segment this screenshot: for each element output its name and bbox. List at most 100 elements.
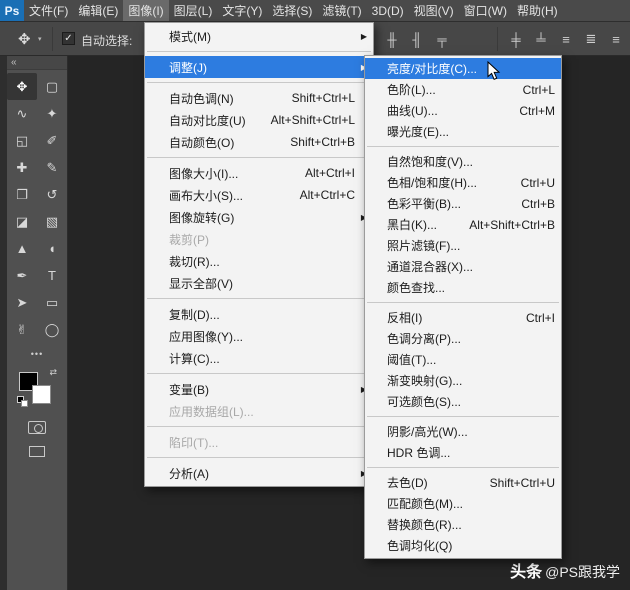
align-top-edges-icon[interactable]: ╤ <box>431 28 453 50</box>
menu-item-replace-color[interactable]: 替换颜色(R)... <box>365 514 561 535</box>
menu-item-desaturate[interactable]: 去色(D)Shift+Ctrl+U <box>365 472 561 493</box>
menu-item-selective-color[interactable]: 可选颜色(S)... <box>365 391 561 412</box>
gradient-tool[interactable]: ▧ <box>37 208 67 235</box>
menu-item-hue-saturation[interactable]: 色相/饱和度(H)...Ctrl+U <box>365 172 561 193</box>
menu-item-variables[interactable]: 变量(B)▶ <box>145 378 373 400</box>
type-tool[interactable]: T <box>37 262 67 289</box>
lasso-tool[interactable]: ∿ <box>7 100 37 127</box>
menu-item-vibrance[interactable]: 自然饱和度(V)... <box>365 151 561 172</box>
menu-item-calculations[interactable]: 计算(C)... <box>145 347 373 369</box>
collapse-panel-icon[interactable]: « <box>11 57 17 68</box>
menubar-item-window[interactable]: 窗口(W) <box>459 0 512 21</box>
menu-item-match-color[interactable]: 匹配颜色(M)... <box>365 493 561 514</box>
quick-mask-icon[interactable] <box>28 421 46 434</box>
menubar-item-file[interactable]: 文件(F) <box>24 0 73 21</box>
menu-item-canvas-size[interactable]: 画布大小(S)...Alt+Ctrl+C <box>145 184 373 206</box>
menu-item-image-size[interactable]: 图像大小(I)...Alt+Ctrl+I <box>145 162 373 184</box>
menu-item-posterize[interactable]: 色调分离(P)... <box>365 328 561 349</box>
menu-item-label: 模式(M) <box>169 28 211 45</box>
align-vertical-centers-icon[interactable]: ╪ <box>505 28 527 50</box>
menu-item-trim[interactable]: 裁切(R)... <box>145 250 373 272</box>
menu-item-label: 色阶(L)... <box>387 81 436 98</box>
menu-item-auto-tone[interactable]: 自动色调(N)Shift+Ctrl+L <box>145 87 373 109</box>
menubar-item-filter[interactable]: 滤镜(T) <box>317 0 366 21</box>
menu-item-adjustments[interactable]: 调整(J)▶ <box>145 56 373 78</box>
menu-item-apply-image[interactable]: 应用图像(Y)... <box>145 325 373 347</box>
menu-item-analysis[interactable]: 分析(A)▶ <box>145 462 373 484</box>
menu-item-auto-color[interactable]: 自动颜色(O)Shift+Ctrl+B <box>145 131 373 153</box>
shape-tool[interactable]: ▭ <box>37 289 67 316</box>
spot-healing-tool[interactable]: ✚ <box>7 154 37 181</box>
menu-item-auto-contrast[interactable]: 自动对比度(U)Alt+Shift+Ctrl+L <box>145 109 373 131</box>
menu-item-color-lookup[interactable]: 颜色查找... <box>365 277 561 298</box>
background-color-swatch[interactable] <box>32 385 51 404</box>
menubar-item-select[interactable]: 选择(S) <box>267 0 317 21</box>
menubar-item-type[interactable]: 文字(Y) <box>217 0 267 21</box>
screen-mode-icon[interactable] <box>29 446 45 457</box>
align-bottom-edges-icon[interactable]: ╧ <box>530 28 552 50</box>
menu-item-trap: 陷印(T)... <box>145 431 373 453</box>
menu-item-gradient-map[interactable]: 渐变映射(G)... <box>365 370 561 391</box>
menu-item-label: 复制(D)... <box>169 306 220 323</box>
menu-item-mode[interactable]: 模式(M)▶ <box>145 25 373 47</box>
menu-item-brightness-contrast[interactable]: 亮度/对比度(C)... <box>365 58 561 79</box>
pen-tool[interactable]: ✒ <box>7 262 37 289</box>
menu-item-exposure[interactable]: 曝光度(E)... <box>365 121 561 142</box>
eraser-tool-icon: ◪ <box>16 214 28 230</box>
menubar-item-view[interactable]: 视图(V) <box>409 0 459 21</box>
distribute-bottom-icon[interactable]: ≡ <box>605 28 627 50</box>
path-selection-tool[interactable]: ➤ <box>7 289 37 316</box>
marquee-tool-icon: ▢ <box>46 79 58 95</box>
align-right-edges-icon[interactable]: ╢ <box>406 28 428 50</box>
menubar-item-image[interactable]: 图像(I) <box>123 0 168 21</box>
distribute-vcenter-icon[interactable]: ≣ <box>580 28 602 50</box>
menubar-item-layer[interactable]: 图层(L) <box>169 0 218 21</box>
clone-stamp-tool[interactable]: ❐ <box>7 181 37 208</box>
quick-selection-tool[interactable]: ✦ <box>37 100 67 127</box>
distribute-top-icon[interactable]: ≡ <box>555 28 577 50</box>
menu-item-hdr-toning[interactable]: HDR 色调... <box>365 442 561 463</box>
menubar-item-help[interactable]: 帮助(H) <box>512 0 563 21</box>
move-tool[interactable]: ✥ <box>7 73 37 100</box>
menu-item-label: 渐变映射(G)... <box>387 372 462 389</box>
marquee-tool[interactable]: ▢ <box>37 73 67 100</box>
crop-tool[interactable]: ◱ <box>7 127 37 154</box>
menu-item-shadows-highlights[interactable]: 阴影/高光(W)... <box>365 421 561 442</box>
auto-select-checkbox[interactable]: ✓ <box>62 32 75 45</box>
menu-item-channel-mixer[interactable]: 通道混合器(X)... <box>365 256 561 277</box>
hand-tool[interactable]: ✌ <box>7 316 37 343</box>
menu-item-reveal-all[interactable]: 显示全部(V) <box>145 272 373 294</box>
menu-item-curves[interactable]: 曲线(U)...Ctrl+M <box>365 100 561 121</box>
switch-colors-icon[interactable]: ⇄ <box>49 367 57 378</box>
menu-item-label: 自然饱和度(V)... <box>387 153 473 170</box>
menu-item-label: 黑白(K)... <box>387 216 437 233</box>
menu-item-label: 陷印(T)... <box>169 434 218 451</box>
blur-tool[interactable]: ▲ <box>7 235 37 262</box>
zoom-tool[interactable]: ◯ <box>37 316 67 343</box>
align-horizontal-centers-icon[interactable]: ╫ <box>381 28 403 50</box>
watermark-handle: @PS跟我学 <box>545 562 620 582</box>
history-brush-tool[interactable]: ↺ <box>37 181 67 208</box>
menu-item-levels[interactable]: 色阶(L)...Ctrl+L <box>365 79 561 100</box>
menu-item-label: 亮度/对比度(C)... <box>387 60 477 77</box>
dodge-tool[interactable]: ◖ <box>37 235 67 262</box>
menu-item-duplicate[interactable]: 复制(D)... <box>145 303 373 325</box>
eraser-tool[interactable]: ◪ <box>7 208 37 235</box>
menu-separator <box>367 467 559 468</box>
default-colors-icon[interactable] <box>17 396 28 407</box>
edit-toolbar-icon[interactable]: ••• <box>7 349 67 359</box>
ps-logo[interactable]: Ps <box>0 0 24 21</box>
menu-item-photo-filter[interactable]: 照片滤镜(F)... <box>365 235 561 256</box>
menu-item-threshold[interactable]: 阈值(T)... <box>365 349 561 370</box>
brush-tool[interactable]: ✎ <box>37 154 67 181</box>
menu-item-color-balance[interactable]: 色彩平衡(B)...Ctrl+B <box>365 193 561 214</box>
menubar-item-edit[interactable]: 编辑(E) <box>73 0 123 21</box>
eyedropper-tool[interactable]: ✐ <box>37 127 67 154</box>
tool-preset-caret-icon[interactable]: ▾ <box>38 35 42 43</box>
menu-item-image-rotation[interactable]: 图像旋转(G)▶ <box>145 206 373 228</box>
menu-item-equalize[interactable]: 色调均化(Q) <box>365 535 561 556</box>
move-tool-preset-icon[interactable]: ✥ <box>18 30 31 48</box>
menubar-item-3d[interactable]: 3D(D) <box>367 0 409 21</box>
menu-item-invert[interactable]: 反相(I)Ctrl+I <box>365 307 561 328</box>
menu-item-black-white[interactable]: 黑白(K)...Alt+Shift+Ctrl+B <box>365 214 561 235</box>
